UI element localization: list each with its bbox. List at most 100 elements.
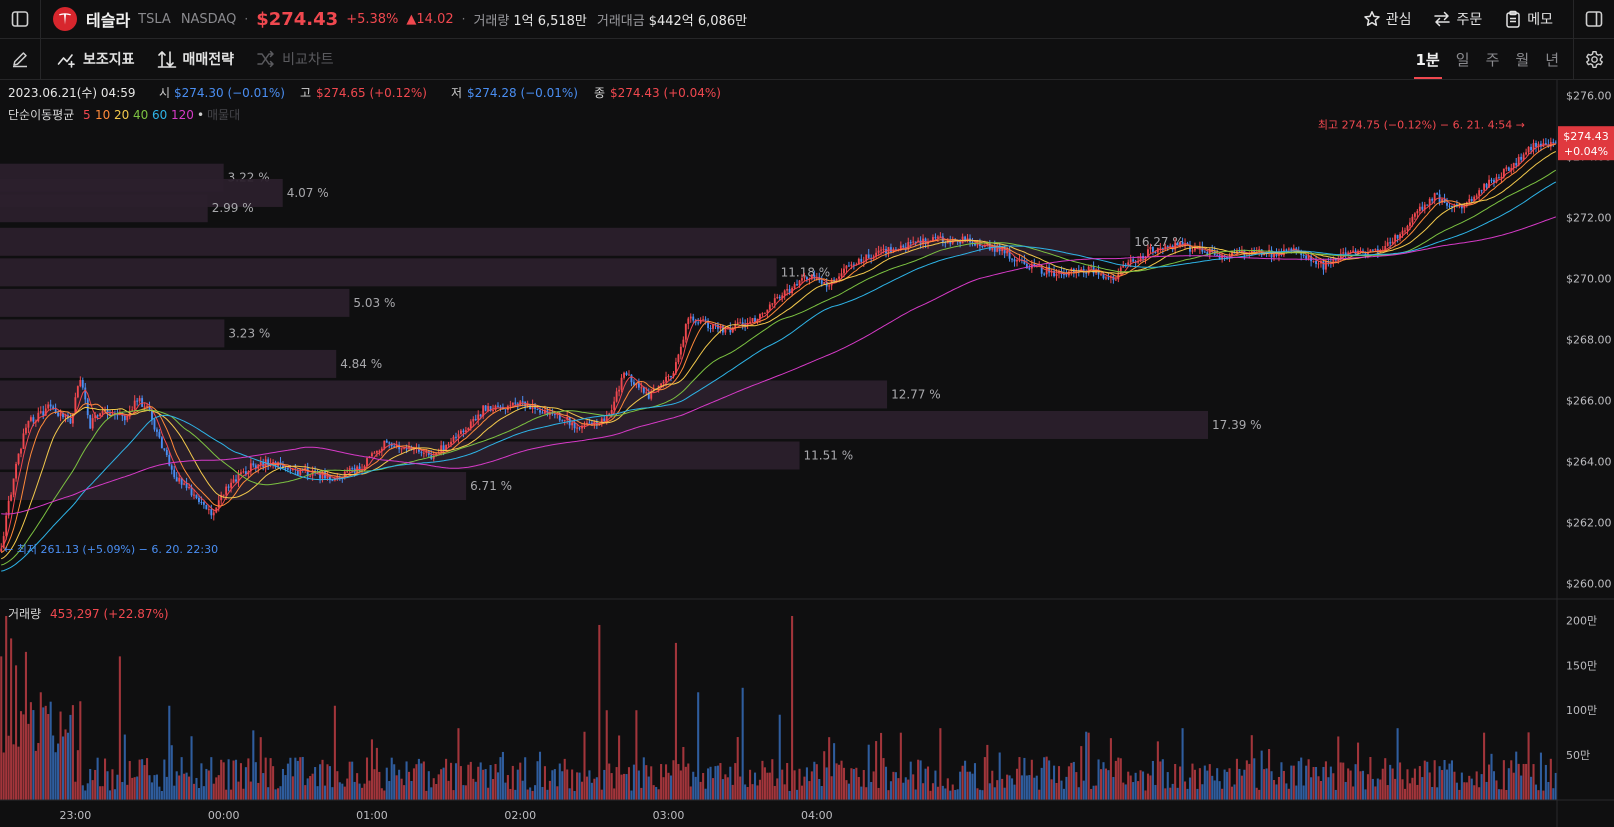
volume-bar [1423,760,1426,800]
price-tick-label: $262.00 [1566,517,1612,530]
volume-tick-label: 100만 [1566,704,1597,717]
volume-bar [1169,787,1172,800]
volume-bar [867,744,870,800]
tab-week[interactable]: 주 [1478,39,1508,79]
volume-bar [32,710,35,800]
volume-bar [1418,766,1421,800]
volume-bar [296,760,299,800]
order-button[interactable]: 주문 [1433,9,1482,29]
volume-bar [1198,768,1201,800]
volume-bar [348,761,351,800]
volume-bar [314,767,317,800]
volume-bar [862,770,865,800]
volume-bar [939,728,942,800]
volume-bar [632,764,635,800]
volume-bar [1030,759,1033,800]
volume-bar [131,777,134,800]
volume-bar [1542,790,1545,800]
volume-bar [761,760,764,800]
price-chart[interactable]: 3.22 %4.07 %2.99 %16.27 %11.18 %5.03 %3.… [0,80,1614,827]
tab-year[interactable]: 년 [1537,39,1567,79]
volume-bar [1297,761,1300,800]
volume-bar [74,781,77,800]
volume-bar [924,768,927,800]
volume-bar [1248,763,1251,800]
volume-bar [467,764,470,800]
volume-bar [1478,787,1481,800]
volume-bar [1485,781,1488,800]
volume-bar [27,723,30,800]
watchlist-button[interactable]: 관심 [1363,9,1411,29]
volume-bar [1228,768,1231,800]
chart-settings-button[interactable] [1573,39,1614,79]
candle [1176,242,1179,246]
volume-bar [892,771,895,800]
volume-bar [1277,776,1281,800]
compare-chart-button[interactable]: 비교차트 [256,49,334,69]
trading-strategy-button[interactable]: 매매전략 [157,49,234,69]
volume-bar [753,772,757,800]
volume-bar [993,787,996,800]
memo-button[interactable]: 메모 [1504,9,1553,29]
drawing-tool-button[interactable] [0,39,41,79]
volume-bar [558,763,561,800]
volume-bar [113,789,116,800]
volume-bar [763,767,766,800]
tab-1min[interactable]: 1분 [1408,39,1448,79]
volume-bar [1124,784,1127,800]
volume-bar [818,778,821,800]
right-panel-toggle-button[interactable] [1573,0,1614,38]
volume-bar [185,772,188,800]
volume-bar [588,770,591,800]
volume-bar [1193,769,1196,800]
volume-bar [800,785,804,800]
volume-bar [1033,777,1036,800]
volume-bar [608,763,611,800]
volume-bar [548,780,551,800]
volume-bar [1357,742,1360,800]
volume-bar [1161,759,1164,800]
volume-bar [936,786,939,800]
volume-bar [692,771,695,800]
volume-bar [47,714,50,800]
volume-bar [462,785,465,800]
volume-bar [922,783,925,800]
volume-bar [914,789,917,800]
volume-bar [217,775,220,800]
volume-profile-label: 5.03 % [353,296,395,310]
volume-bar [731,784,734,800]
volume-bar [956,789,959,800]
volume-bar [178,775,181,800]
volume-bar [1154,784,1157,800]
volume-bar [534,785,537,800]
volume-bar [207,770,210,800]
volume-bar [684,766,687,800]
volume-bar [457,728,460,800]
volume-bar [850,768,853,800]
sidebar-toggle-button[interactable] [0,0,41,38]
volume-bar [343,786,346,800]
indicators-button[interactable]: 보조지표 [57,49,135,69]
volume-bar [336,771,339,800]
volume-bar [610,773,613,800]
tab-month[interactable]: 월 [1507,39,1537,79]
volume-bar [412,768,416,800]
tab-day[interactable]: 일 [1448,39,1478,79]
volume-bar [578,772,581,800]
volume-bar [504,782,507,800]
volume-bar [519,762,522,800]
volume-bar [630,790,633,800]
change-amount: ▲14.02 [406,11,454,27]
volume-bar [128,761,131,800]
volume-bar [1315,766,1318,800]
volume-bar [499,757,502,800]
low-value: $274.28 (−0.01%) [467,86,578,100]
volume-bar [494,763,497,800]
volume-bar [254,762,257,800]
volume-bar [1539,752,1542,800]
volume-bar [1015,768,1019,800]
volume-bar [756,785,759,800]
volume-bar [71,705,74,800]
volume-bar [153,775,156,800]
volume-bar [1389,764,1392,800]
